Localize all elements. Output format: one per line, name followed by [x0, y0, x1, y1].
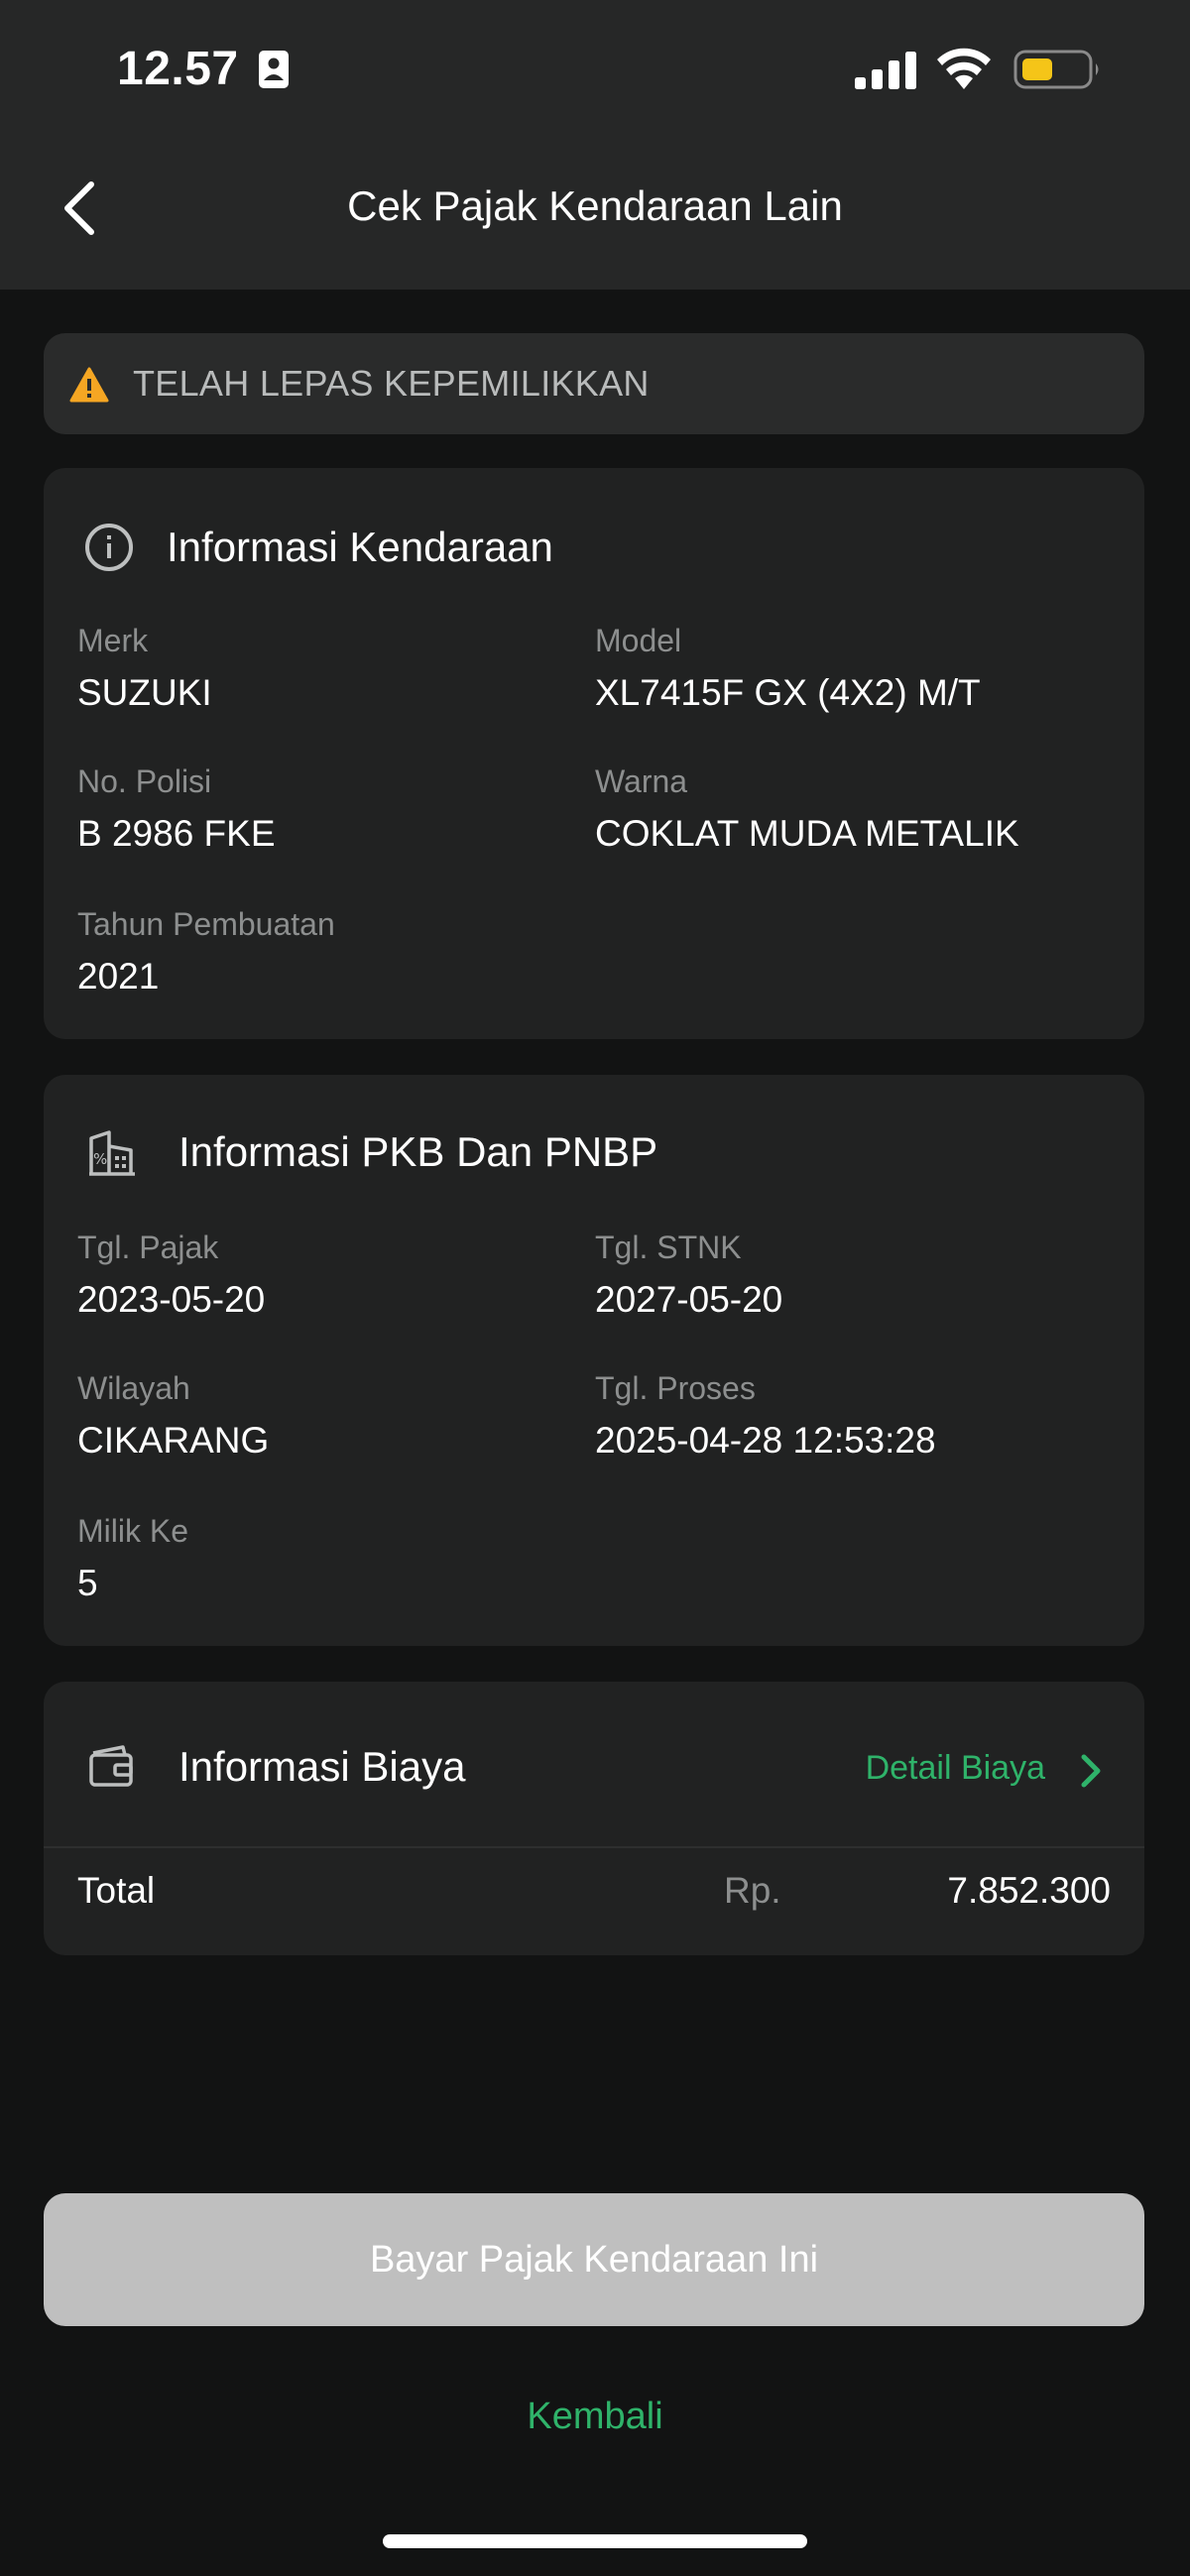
cost-divider	[44, 1846, 1144, 1848]
info-icon	[85, 524, 133, 571]
model-value: XL7415F GX (4X2) M/T	[595, 672, 981, 713]
screen: 12.57 Cek Pajak Kendaraan Lain TELAH LEP…	[0, 0, 1190, 2576]
vehicle-info-title: Informasi Kendaraan	[167, 524, 553, 570]
svg-text:%: %	[93, 1150, 107, 1168]
stnk-date-label: Tgl. STNK	[595, 1229, 742, 1265]
signal-icon	[855, 52, 916, 89]
cost-info-title: Informasi Biaya	[178, 1743, 466, 1790]
battery-low-icon	[1013, 50, 1099, 89]
wallet-icon	[89, 1745, 133, 1787]
brand-label: Merk	[77, 623, 149, 658]
region-value: CIKARANG	[77, 1420, 270, 1461]
year-value: 2021	[77, 956, 160, 996]
pay-tax-button[interactable]: Bayar Pajak Kendaraan Ini	[44, 2193, 1144, 2326]
cost-info-card: Informasi Biaya Detail Biaya Total Rp. 7…	[44, 1682, 1144, 1955]
back-link[interactable]: Kembali	[0, 2396, 1190, 2438]
process-date-value: 2025-04-28 12:53:28	[595, 1420, 936, 1461]
tax-date-label: Tgl. Pajak	[77, 1229, 219, 1265]
top-bar: 12.57 Cek Pajak Kendaraan Lain	[0, 0, 1190, 290]
currency-label: Rp.	[724, 1870, 781, 1911]
detail-cost-link[interactable]: Detail Biaya	[866, 1749, 1045, 1788]
page-title: Cek Pajak Kendaraan Lain	[347, 182, 843, 229]
owner-number-label: Milik Ke	[77, 1513, 189, 1549]
model-label: Model	[595, 623, 682, 658]
tax-date-value: 2023-05-20	[77, 1279, 266, 1320]
total-amount: 7.852.300	[947, 1870, 1111, 1911]
brand-value: SUZUKI	[77, 672, 212, 713]
contact-card-icon	[259, 51, 289, 88]
plate-value: B 2986 FKE	[77, 813, 276, 854]
region-label: Wilayah	[77, 1370, 190, 1406]
color-label: Warna	[595, 763, 688, 799]
pkb-info-title: Informasi PKB Dan PNBP	[178, 1128, 658, 1175]
pkb-info-card: % Informasi PKB Dan PNBP Tgl. Pajak 2023…	[44, 1075, 1144, 1646]
chevron-right-icon[interactable]	[1077, 1751, 1105, 1791]
owner-number-value: 5	[77, 1563, 98, 1603]
stnk-date-value: 2027-05-20	[595, 1279, 783, 1320]
year-label: Tahun Pembuatan	[77, 906, 335, 942]
color-value: COKLAT MUDA METALIK	[595, 813, 1019, 854]
warning-icon	[69, 367, 109, 403]
tax-building-icon: %	[89, 1130, 135, 1176]
process-date-label: Tgl. Proses	[595, 1370, 756, 1406]
wifi-icon	[937, 48, 991, 89]
home-indicator[interactable]	[383, 2534, 807, 2548]
alert-text: TELAH LEPAS KEPEMILIKKAN	[133, 363, 650, 404]
status-time: 12.57	[117, 43, 239, 95]
ownership-alert: TELAH LEPAS KEPEMILIKKAN	[44, 333, 1144, 434]
plate-label: No. Polisi	[77, 763, 212, 799]
total-label: Total	[77, 1870, 156, 1911]
vehicle-info-card: Informasi Kendaraan Merk SUZUKI Model XL…	[44, 468, 1144, 1039]
